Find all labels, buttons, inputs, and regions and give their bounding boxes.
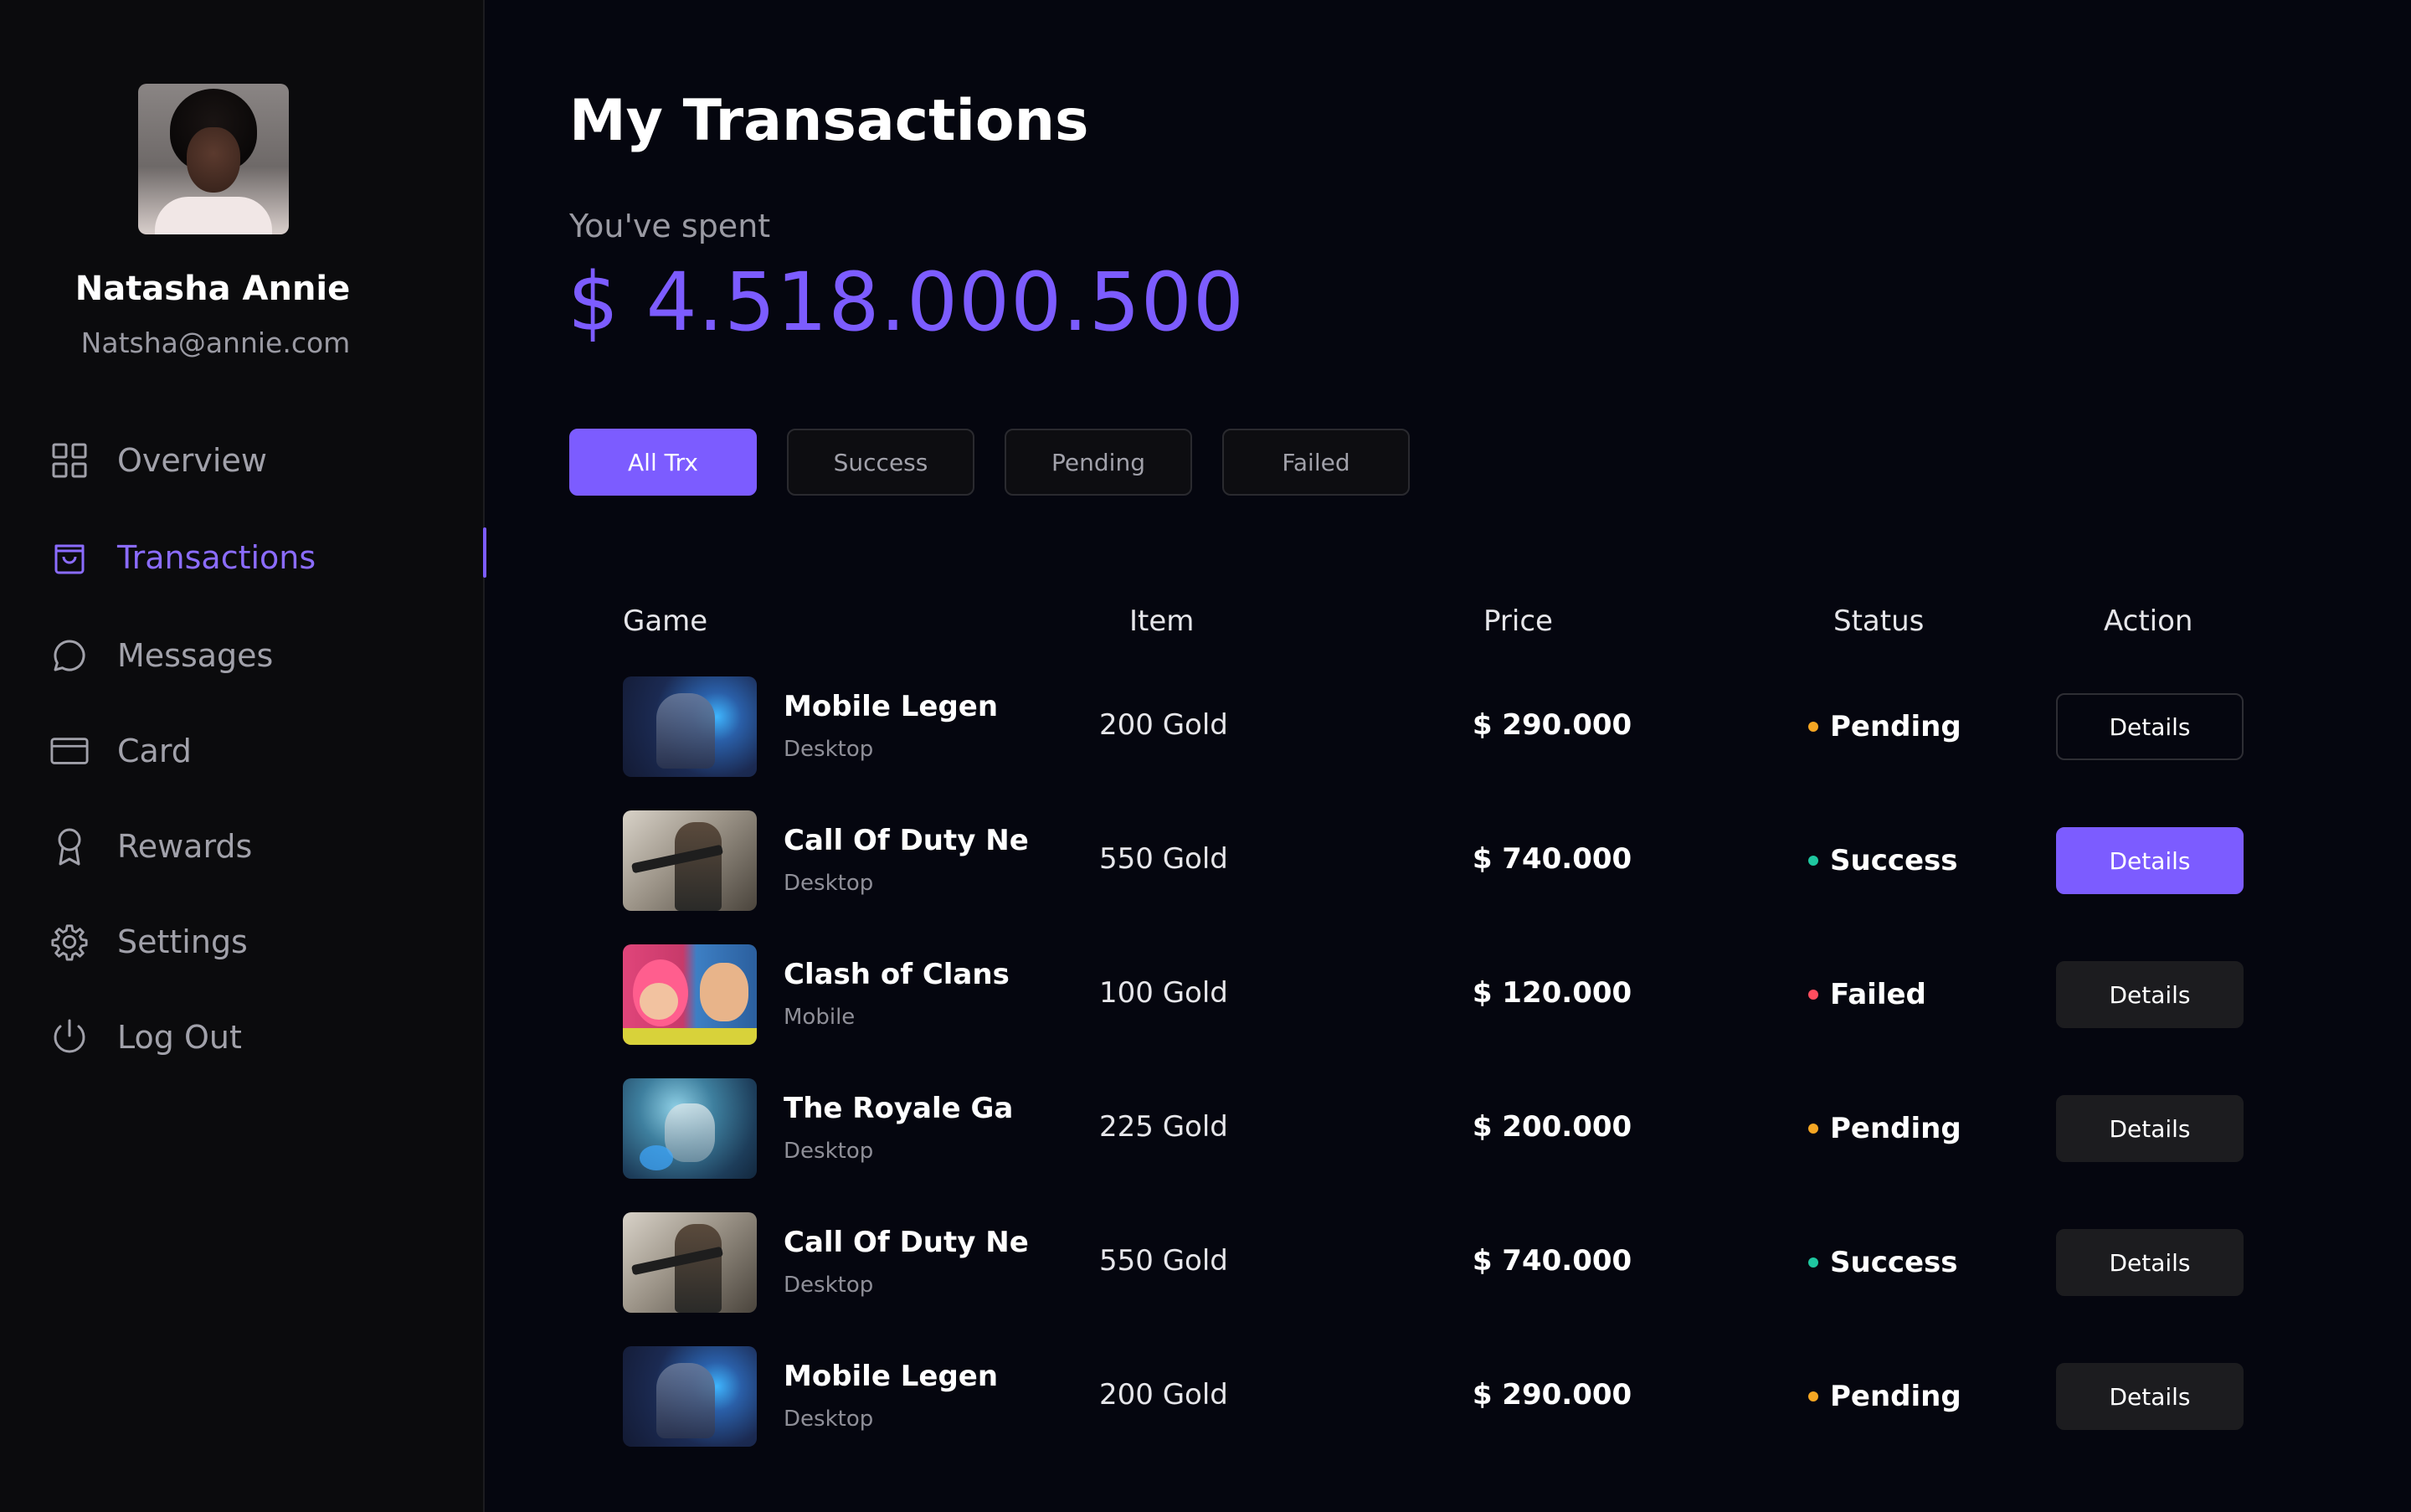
table-row[interactable]: The Royale Ga Desktop 225 Gold $ 200.000… <box>623 1078 2297 1179</box>
column-header-status: Status <box>1833 604 1925 638</box>
table-row[interactable]: Call Of Duty Ne Desktop 550 Gold $ 740.0… <box>623 1212 2297 1313</box>
status-dot <box>1808 1391 1818 1401</box>
item-cell: 100 Gold <box>1099 976 1228 1010</box>
sidebar-item-settings[interactable]: Settings <box>0 908 485 975</box>
price-cell: $ 120.000 <box>1472 976 1632 1010</box>
game-thumbnail <box>623 810 757 911</box>
details-button[interactable]: Details <box>2056 1229 2244 1296</box>
details-button[interactable]: Details <box>2056 1363 2244 1430</box>
game-platform: Desktop <box>784 1139 874 1164</box>
sidebar-item-messages[interactable]: Messages <box>0 622 485 689</box>
game-name: Mobile Legen <box>784 1360 999 1393</box>
status-label: Failed <box>1830 978 1926 1011</box>
gear-icon <box>50 923 89 961</box>
status-badge: Failed <box>1808 978 1926 1011</box>
status-dot <box>1808 722 1818 732</box>
status-badge: Success <box>1808 1246 1958 1279</box>
status-label: Success <box>1830 844 1958 877</box>
details-button[interactable]: Details <box>2056 827 2244 894</box>
item-cell: 200 Gold <box>1099 1378 1228 1412</box>
item-cell: 550 Gold <box>1099 1244 1228 1278</box>
status-dot <box>1808 856 1818 866</box>
sidebar-item-rewards[interactable]: Rewards <box>0 813 485 880</box>
game-thumbnail <box>623 1078 757 1179</box>
table-row[interactable]: Mobile Legen Desktop 200 Gold $ 290.000 … <box>623 1346 2297 1447</box>
sidebar-item-label: Rewards <box>117 828 253 865</box>
filter-success-button[interactable]: Success <box>787 429 974 496</box>
game-name: Call Of Duty Ne <box>784 824 1029 857</box>
chat-icon <box>50 636 89 675</box>
status-label: Pending <box>1830 1112 1961 1145</box>
sidebar-item-label: Card <box>117 733 192 769</box>
sidebar-item-overview[interactable]: Overview <box>0 427 485 494</box>
status-label: Pending <box>1830 710 1961 743</box>
game-name: The Royale Ga <box>784 1092 1014 1125</box>
filter-all-button[interactable]: All Trx <box>569 429 757 496</box>
profile-name: Natasha Annie <box>75 270 351 308</box>
spent-amount: $ 4.518.000.500 <box>568 255 1245 349</box>
item-cell: 550 Gold <box>1099 842 1228 876</box>
game-platform: Desktop <box>784 737 874 762</box>
sidebar: Natasha Annie Natsha@annie.com Overview … <box>0 0 486 1512</box>
game-platform: Desktop <box>784 1273 874 1298</box>
status-dot <box>1808 1124 1818 1134</box>
game-thumbnail <box>623 676 757 777</box>
game-name: Clash of Clans <box>784 958 1010 991</box>
status-label: Pending <box>1830 1380 1961 1413</box>
sidebar-item-logout[interactable]: Log Out <box>0 1004 485 1071</box>
game-thumbnail <box>623 1212 757 1313</box>
status-dot <box>1808 1257 1818 1268</box>
status-badge: Success <box>1808 844 1958 877</box>
column-header-price: Price <box>1483 604 1553 638</box>
game-thumbnail <box>623 1346 757 1447</box>
sidebar-item-label: Messages <box>117 637 274 674</box>
table-row[interactable]: Clash of Clans Mobile 100 Gold $ 120.000… <box>623 944 2297 1045</box>
status-badge: Pending <box>1808 1380 1961 1413</box>
game-platform: Desktop <box>784 1407 874 1432</box>
sidebar-item-label: Log Out <box>117 1019 242 1056</box>
price-cell: $ 740.000 <box>1472 842 1632 876</box>
filter-failed-button[interactable]: Failed <box>1222 429 1410 496</box>
game-name: Call Of Duty Ne <box>784 1226 1029 1259</box>
status-label: Success <box>1830 1246 1958 1279</box>
avatar[interactable] <box>138 84 289 234</box>
bag-icon <box>50 538 89 577</box>
table-row[interactable]: Mobile Legen Desktop 200 Gold $ 290.000 … <box>623 676 2297 777</box>
item-cell: 200 Gold <box>1099 708 1228 742</box>
filter-pending-button[interactable]: Pending <box>1005 429 1192 496</box>
game-platform: Mobile <box>784 1005 856 1030</box>
item-cell: 225 Gold <box>1099 1110 1228 1144</box>
active-indicator <box>483 527 486 578</box>
spent-label: You've spent <box>569 208 771 244</box>
sidebar-item-label: Overview <box>117 442 267 479</box>
column-header-game: Game <box>623 604 708 638</box>
price-cell: $ 740.000 <box>1472 1244 1632 1278</box>
status-badge: Pending <box>1808 710 1961 743</box>
card-icon <box>50 732 89 770</box>
status-badge: Pending <box>1808 1112 1961 1145</box>
award-icon <box>50 827 89 866</box>
game-thumbnail <box>623 944 757 1045</box>
sidebar-item-card[interactable]: Card <box>0 717 485 784</box>
table-row[interactable]: Call Of Duty Ne Desktop 550 Gold $ 740.0… <box>623 810 2297 911</box>
power-icon <box>50 1018 89 1057</box>
profile-email: Natsha@annie.com <box>80 327 351 359</box>
details-button[interactable]: Details <box>2056 961 2244 1028</box>
price-cell: $ 290.000 <box>1472 708 1632 742</box>
details-button[interactable]: Details <box>2056 1095 2244 1162</box>
game-platform: Desktop <box>784 871 874 896</box>
price-cell: $ 200.000 <box>1472 1110 1632 1144</box>
sidebar-item-label: Transactions <box>117 539 316 576</box>
page-title: My Transactions <box>569 88 1089 154</box>
game-name: Mobile Legen <box>784 690 999 723</box>
column-header-action: Action <box>2104 604 2193 638</box>
details-button[interactable]: Details <box>2056 693 2244 760</box>
column-header-item: Item <box>1129 604 1195 638</box>
status-dot <box>1808 990 1818 1000</box>
sidebar-item-label: Settings <box>117 923 248 960</box>
price-cell: $ 290.000 <box>1472 1378 1632 1412</box>
sidebar-item-transactions[interactable]: Transactions <box>0 524 486 591</box>
grid-icon <box>50 441 89 480</box>
